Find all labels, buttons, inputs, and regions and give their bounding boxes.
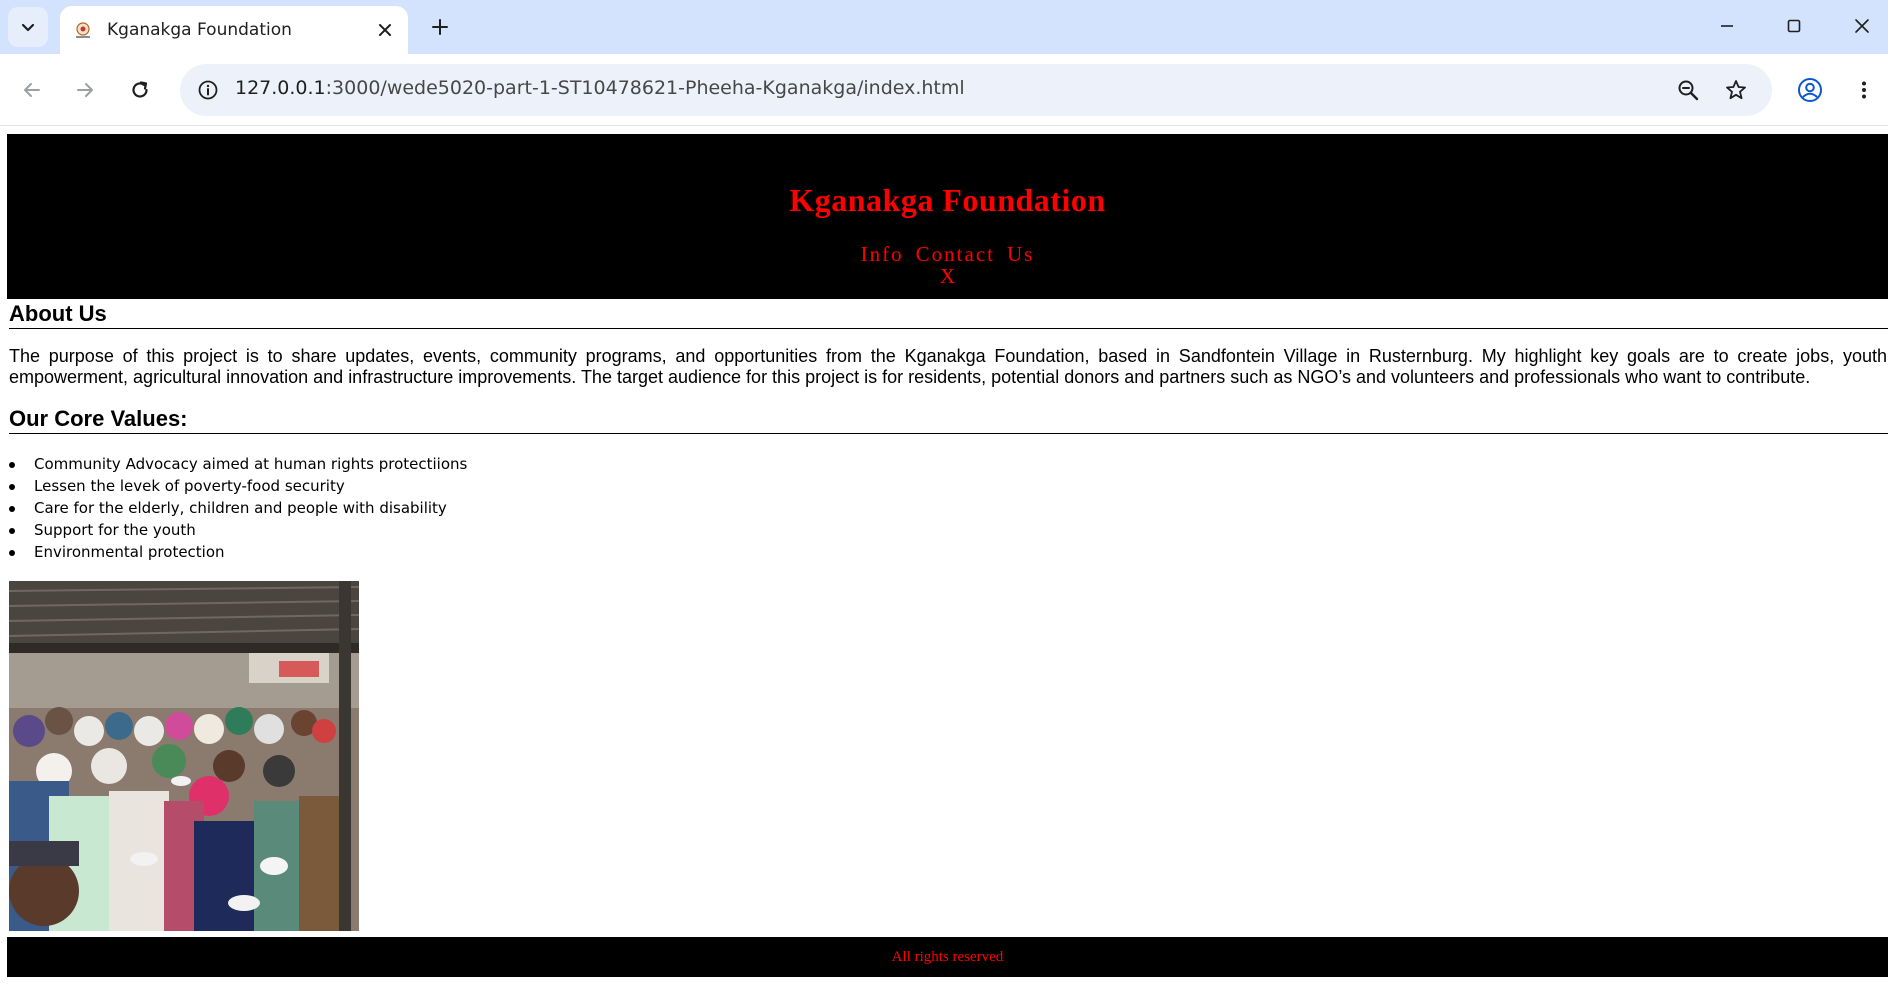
reload-button[interactable] bbox=[120, 70, 160, 110]
list-item: Community Advocacy aimed at human rights… bbox=[9, 453, 467, 475]
plus-icon bbox=[432, 19, 448, 35]
close-icon bbox=[1855, 19, 1869, 33]
account-circle-icon bbox=[1798, 78, 1822, 102]
web-page: Kganakga Foundation Info Contact Us X Abou… bbox=[0, 127, 1888, 990]
tab-search-button[interactable] bbox=[8, 7, 48, 47]
close-icon bbox=[379, 24, 391, 36]
nav-close-button[interactable]: X bbox=[7, 264, 1888, 289]
address-bar[interactable]: 127.0.0.1:3000/wede5020-part-1-ST1047862… bbox=[180, 64, 1772, 116]
profile-button[interactable] bbox=[1790, 70, 1830, 110]
site-footer: All rights reserved bbox=[7, 937, 1888, 977]
url-text: 127.0.0.1:3000/wede5020-part-1-ST1047862… bbox=[235, 77, 965, 99]
maximize-button[interactable] bbox=[1766, 6, 1822, 46]
arrow-left-icon bbox=[24, 83, 40, 97]
core-values-heading: Our Core Values: bbox=[9, 406, 1888, 434]
maximize-icon bbox=[1787, 19, 1801, 33]
site-info-button[interactable] bbox=[192, 74, 224, 106]
star-icon bbox=[1726, 80, 1746, 100]
community-photo bbox=[9, 581, 359, 931]
window-close-button[interactable] bbox=[1834, 6, 1888, 46]
tab-title: Kganakga Foundation bbox=[107, 20, 292, 40]
site-header: Kganakga Foundation Info Contact Us X bbox=[7, 134, 1888, 299]
list-item: Care for the elderly, children and peopl… bbox=[9, 497, 467, 519]
site-title: Kganakga Foundation bbox=[789, 182, 1106, 218]
favicon-icon bbox=[76, 22, 90, 38]
forward-button[interactable] bbox=[65, 70, 105, 110]
menu-button[interactable] bbox=[1844, 70, 1884, 110]
minimize-button[interactable] bbox=[1699, 6, 1755, 46]
bookmark-button[interactable] bbox=[1720, 74, 1752, 106]
about-paragraph: The purpose of this project is to share … bbox=[9, 346, 1887, 387]
url-path: :3000/wede5020-part-1-ST10478621-Pheeha-… bbox=[325, 77, 965, 99]
core-values-list: Community Advocacy aimed at human rights… bbox=[9, 453, 467, 563]
about-heading: About Us bbox=[9, 301, 1888, 329]
list-item: Support for the youth bbox=[9, 519, 467, 541]
reload-icon bbox=[132, 81, 148, 98]
more-vertical-icon bbox=[1862, 81, 1866, 99]
minimize-icon bbox=[1721, 25, 1733, 27]
list-item: Environmental protection bbox=[9, 541, 467, 563]
browser-toolbar: 127.0.0.1:3000/wede5020-part-1-ST1047862… bbox=[0, 54, 1888, 126]
back-button[interactable] bbox=[12, 70, 52, 110]
info-icon bbox=[198, 80, 218, 100]
zoom-out-icon bbox=[1678, 80, 1699, 101]
url-host: 127.0.0.1 bbox=[235, 77, 326, 99]
arrow-right-icon bbox=[77, 83, 93, 97]
new-tab-button[interactable] bbox=[421, 8, 459, 46]
footer-copyright: All rights reserved bbox=[891, 949, 1004, 965]
list-item: Lessen the levek of poverty-food securit… bbox=[9, 475, 467, 497]
browser-tabstrip: Kganakga Foundation bbox=[0, 0, 1888, 54]
browser-tab-active[interactable]: Kganakga Foundation bbox=[60, 6, 408, 54]
tab-close-button[interactable] bbox=[372, 17, 398, 43]
zoom-button[interactable] bbox=[1672, 74, 1704, 106]
chevron-down-icon bbox=[21, 23, 35, 32]
community-photo-image bbox=[9, 581, 359, 931]
